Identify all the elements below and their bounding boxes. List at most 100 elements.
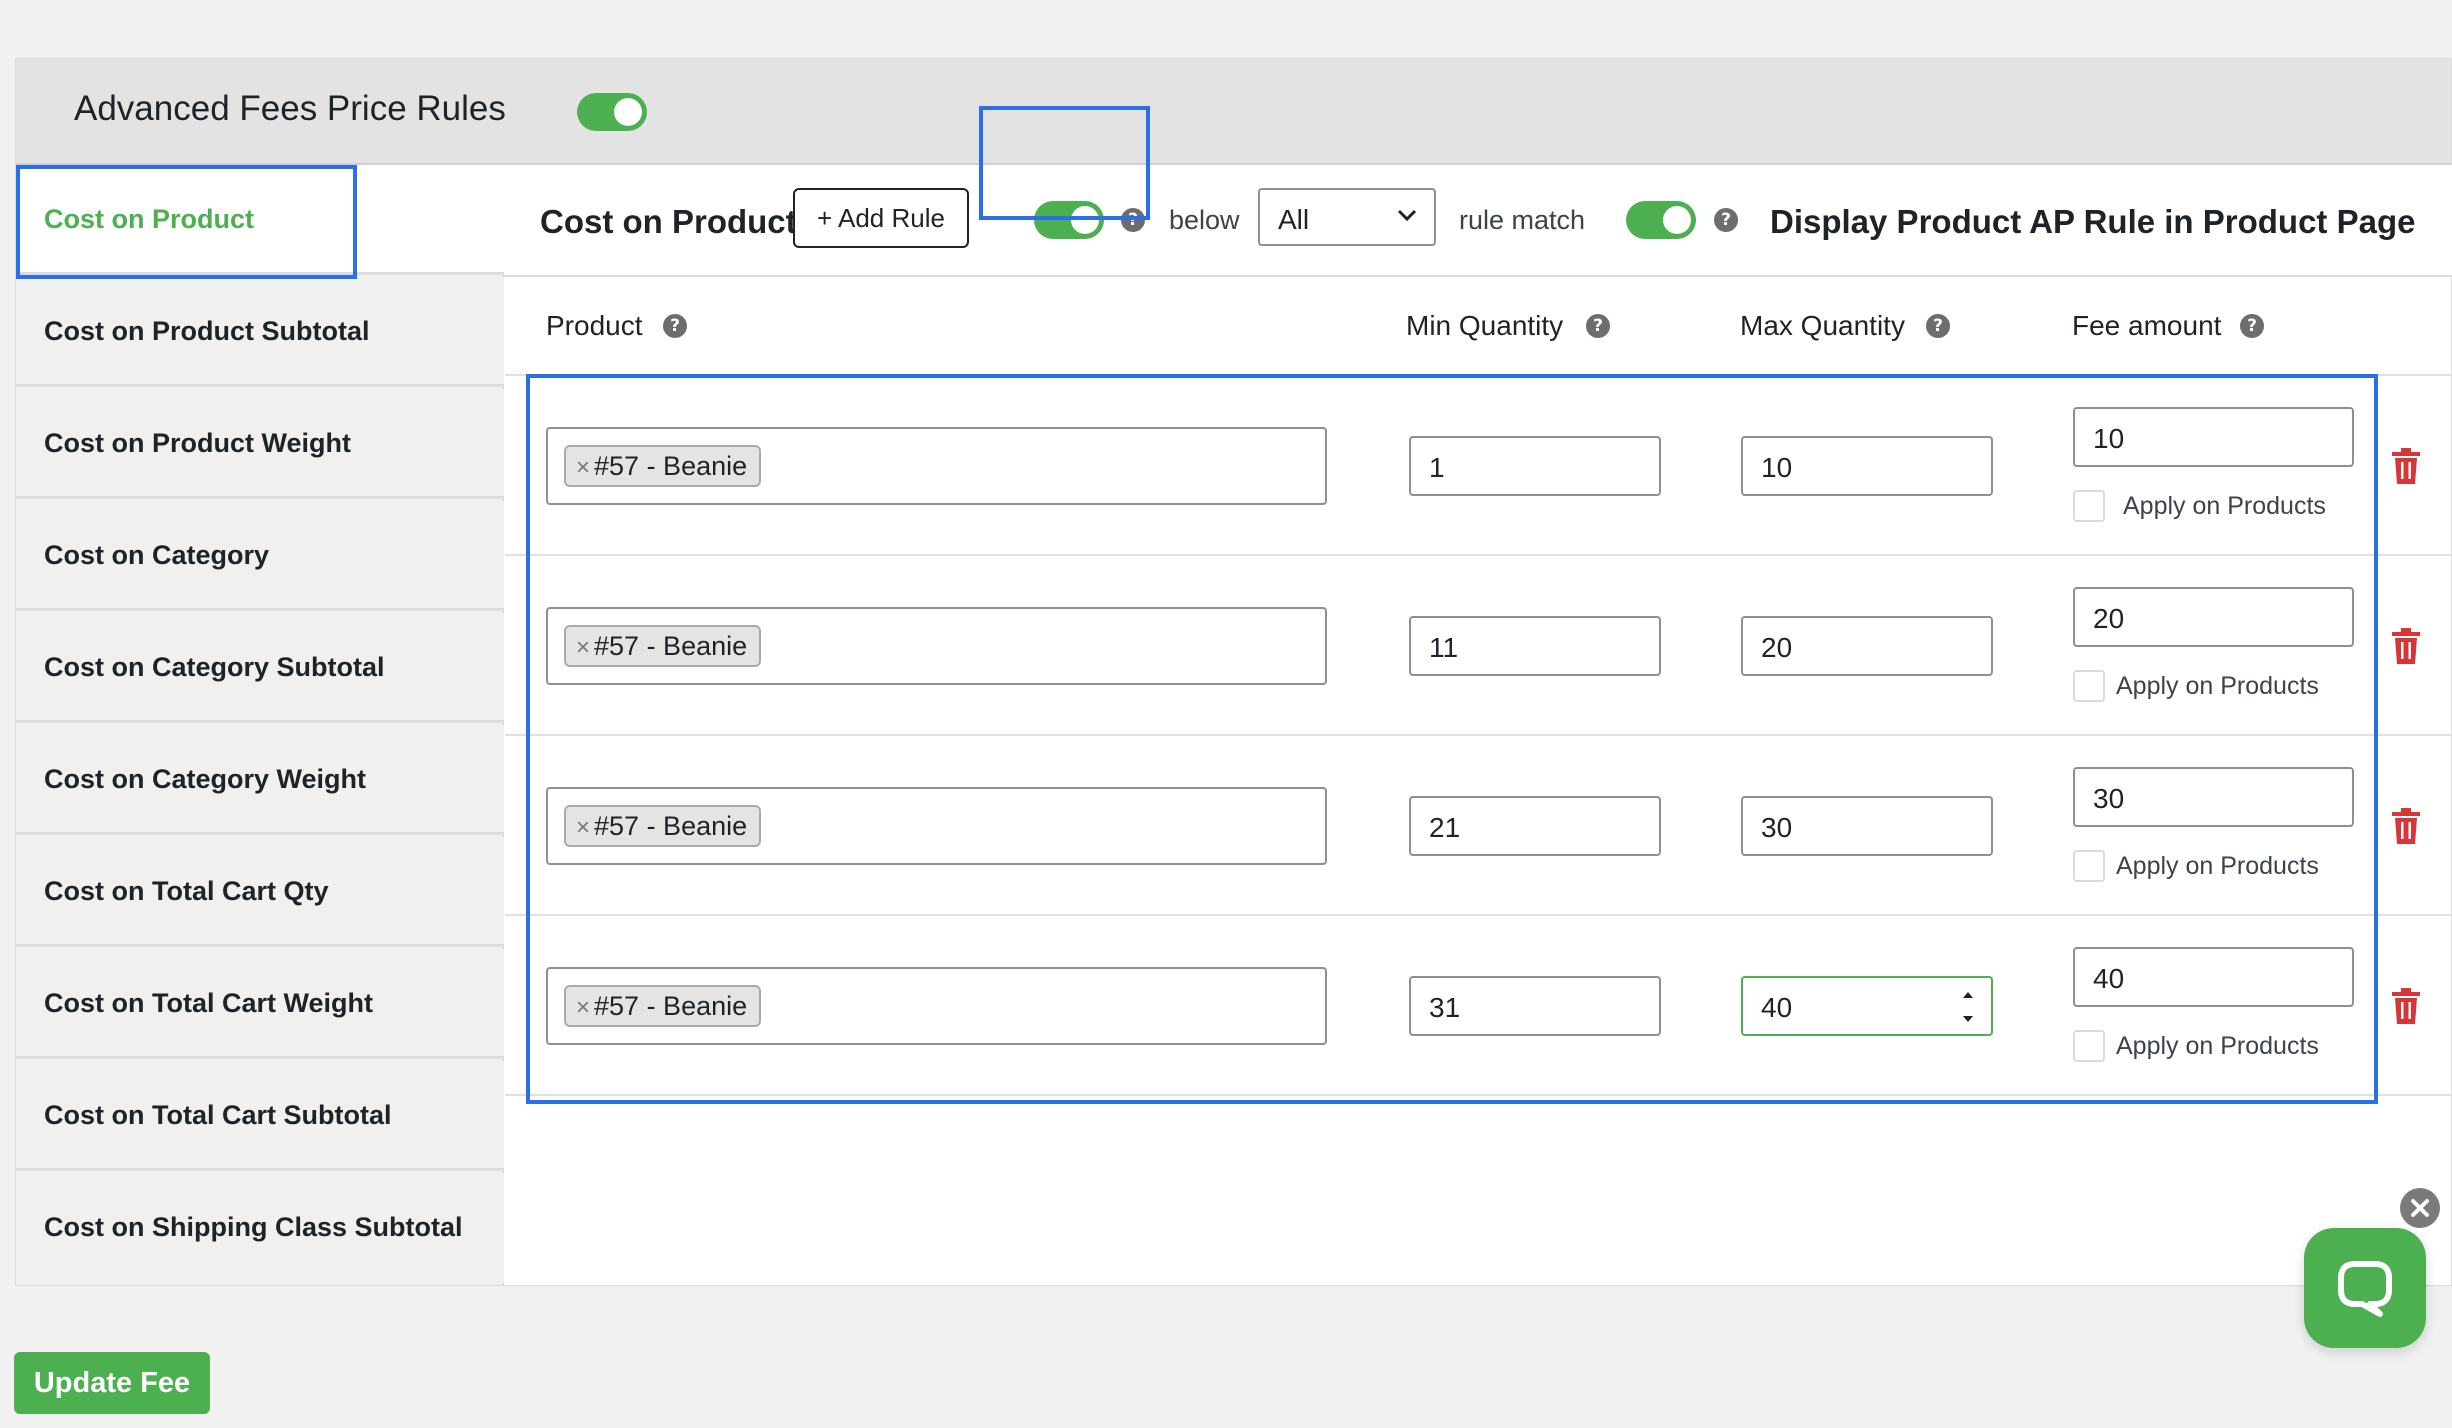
section-title: Cost on Product xyxy=(540,203,797,240)
panel-header: Advanced Fees Price Rules xyxy=(16,59,2451,165)
remove-tag-icon[interactable]: × xyxy=(576,994,590,1021)
product-select[interactable]: × #57 - Beanie xyxy=(546,967,1327,1045)
trash-icon[interactable] xyxy=(2390,448,2422,484)
max-quantity-input[interactable]: 20 xyxy=(1741,616,1993,676)
rule-match-label: rule match xyxy=(1459,205,1586,235)
update-fee-button[interactable]: Update Fee xyxy=(14,1352,210,1414)
sidebar-item-cost-on-category-subtotal[interactable]: Cost on Category Subtotal xyxy=(16,613,504,723)
apply-on-products-checkbox[interactable] xyxy=(2073,1030,2105,1062)
column-header-fee-amount: Fee amount xyxy=(2072,310,2221,342)
row-divider xyxy=(505,554,2452,556)
apply-on-products-label: Apply on Products xyxy=(2123,492,2326,520)
sidebar-item-cost-on-total-cart-subtotal[interactable]: Cost on Total Cart Subtotal xyxy=(16,1061,504,1171)
column-label: Max Quantity xyxy=(1740,310,1905,341)
number-spinner-icon[interactable] xyxy=(1961,988,1975,1026)
row-divider xyxy=(505,914,2452,916)
product-tag: × #57 - Beanie xyxy=(564,445,762,487)
input-value: 21 xyxy=(1429,812,1461,843)
sidebar-item-cost-on-category[interactable]: Cost on Category xyxy=(16,501,504,611)
input-value: 30 xyxy=(1761,812,1793,843)
min-quantity-input[interactable]: 31 xyxy=(1409,976,1661,1036)
min-quantity-input[interactable]: 21 xyxy=(1409,796,1661,856)
sidebar-item-label: Cost on Category Subtotal xyxy=(44,652,385,682)
column-label: Min Quantity xyxy=(1406,310,1564,341)
sidebar-item-label: Cost on Product Weight xyxy=(44,428,351,458)
trash-icon[interactable] xyxy=(2390,808,2422,844)
product-select[interactable]: × #57 - Beanie xyxy=(546,787,1327,865)
input-value: 1 xyxy=(1429,452,1445,483)
select-value: All xyxy=(1278,204,1310,235)
max-quantity-input[interactable]: 30 xyxy=(1741,796,1993,856)
apply-on-products-checkbox[interactable] xyxy=(2073,850,2105,882)
sidebar-item-label: Cost on Total Cart Qty xyxy=(44,876,329,906)
max-quantity-input[interactable]: 40 xyxy=(1741,976,1993,1036)
sidebar-item-label: Cost on Product Subtotal xyxy=(44,316,370,346)
help-icon[interactable]: ? xyxy=(1714,208,1738,232)
below-label: below xyxy=(1169,205,1240,235)
fee-amount-input[interactable]: 30 xyxy=(2073,767,2354,827)
sidebar-item-cost-on-product-subtotal[interactable]: Cost on Product Subtotal xyxy=(16,277,504,387)
sidebar-item-cost-on-category-weight[interactable]: Cost on Category Weight xyxy=(16,725,504,835)
column-header-product: Product xyxy=(546,310,643,342)
product-tag: × #57 - Beanie xyxy=(564,625,762,667)
min-quantity-input[interactable]: 11 xyxy=(1409,616,1661,676)
add-rule-button[interactable]: + Add Rule xyxy=(793,188,969,248)
product-tag-label: #57 - Beanie xyxy=(594,631,748,661)
trash-icon[interactable] xyxy=(2390,988,2422,1024)
chat-launcher-button[interactable] xyxy=(2304,1228,2426,1348)
sidebar-item-cost-on-product-weight[interactable]: Cost on Product Weight xyxy=(16,389,504,499)
rule-match-select[interactable]: All xyxy=(1258,188,1436,246)
chat-icon xyxy=(2338,1261,2392,1317)
sidebar-item-label: Cost on Category xyxy=(44,540,270,570)
close-icon xyxy=(2411,1199,2429,1217)
product-tag-label: #57 - Beanie xyxy=(594,451,748,481)
apply-on-products-checkbox[interactable] xyxy=(2073,670,2105,702)
input-value: 30 xyxy=(2093,783,2125,814)
fee-amount-input[interactable]: 40 xyxy=(2073,947,2354,1007)
help-icon[interactable]: ? xyxy=(2240,314,2264,338)
apply-on-products-label: Apply on Products xyxy=(2116,852,2319,880)
toggle-knob xyxy=(1663,206,1691,234)
input-value: 11 xyxy=(1429,632,1459,663)
input-value: 40 xyxy=(2093,963,2125,994)
sidebar-item-cost-on-shipping-class-subtotal[interactable]: Cost on Shipping Class Subtotal xyxy=(16,1173,504,1283)
row-divider xyxy=(505,734,2452,736)
row-divider xyxy=(505,374,2452,376)
column-label: Fee amount xyxy=(2072,310,2222,341)
help-icon[interactable]: ? xyxy=(1926,314,1950,338)
help-icon[interactable]: ? xyxy=(663,314,687,338)
advanced-fees-toggle[interactable] xyxy=(577,93,647,131)
display-ap-rule-toggle[interactable] xyxy=(1626,201,1696,239)
sidebar-item-label: Cost on Shipping Class Subtotal xyxy=(44,1212,463,1242)
product-select[interactable]: × #57 - Beanie xyxy=(546,607,1327,685)
fee-amount-input[interactable]: 20 xyxy=(2073,587,2354,647)
help-icon[interactable]: ? xyxy=(1121,208,1145,232)
remove-tag-icon[interactable]: × xyxy=(576,814,590,841)
input-value: 40 xyxy=(1761,992,1793,1023)
input-value: 10 xyxy=(2093,423,2125,454)
sidebar-item-label: Cost on Product xyxy=(44,204,254,234)
apply-on-products-checkbox[interactable] xyxy=(2073,490,2105,522)
fee-amount-input[interactable]: 10 xyxy=(2073,407,2354,467)
input-value: 10 xyxy=(1761,452,1793,483)
rule-toolbar: Cost on Product + Add Rule ? below All r… xyxy=(504,165,2452,277)
product-select[interactable]: × #57 - Beanie xyxy=(546,427,1327,505)
sidebar-item-label: Cost on Total Cart Weight xyxy=(44,988,373,1018)
min-quantity-input[interactable]: 1 xyxy=(1409,436,1661,496)
sidebar-item-label: Cost on Total Cart Subtotal xyxy=(44,1100,392,1130)
help-icon[interactable]: ? xyxy=(1586,314,1610,338)
remove-tag-icon[interactable]: × xyxy=(576,454,590,481)
close-chat-button[interactable] xyxy=(2400,1188,2440,1228)
max-quantity-input[interactable]: 10 xyxy=(1741,436,1993,496)
trash-icon[interactable] xyxy=(2390,628,2422,664)
product-tag: × #57 - Beanie xyxy=(564,805,762,847)
sidebar-item-cost-on-total-cart-weight[interactable]: Cost on Total Cart Weight xyxy=(16,949,504,1059)
sidebar-item-cost-on-product[interactable]: Cost on Product xyxy=(16,165,504,275)
input-value: 20 xyxy=(1761,632,1793,663)
sidebar-item-cost-on-total-cart-qty[interactable]: Cost on Total Cart Qty xyxy=(16,837,504,947)
input-value: 20 xyxy=(2093,603,2125,634)
remove-tag-icon[interactable]: × xyxy=(576,634,590,661)
sidebar: Cost on Product Cost on Product Subtotal… xyxy=(16,165,504,1285)
chevron-down-icon xyxy=(1397,209,1417,222)
cost-on-product-toggle[interactable] xyxy=(1034,201,1104,239)
